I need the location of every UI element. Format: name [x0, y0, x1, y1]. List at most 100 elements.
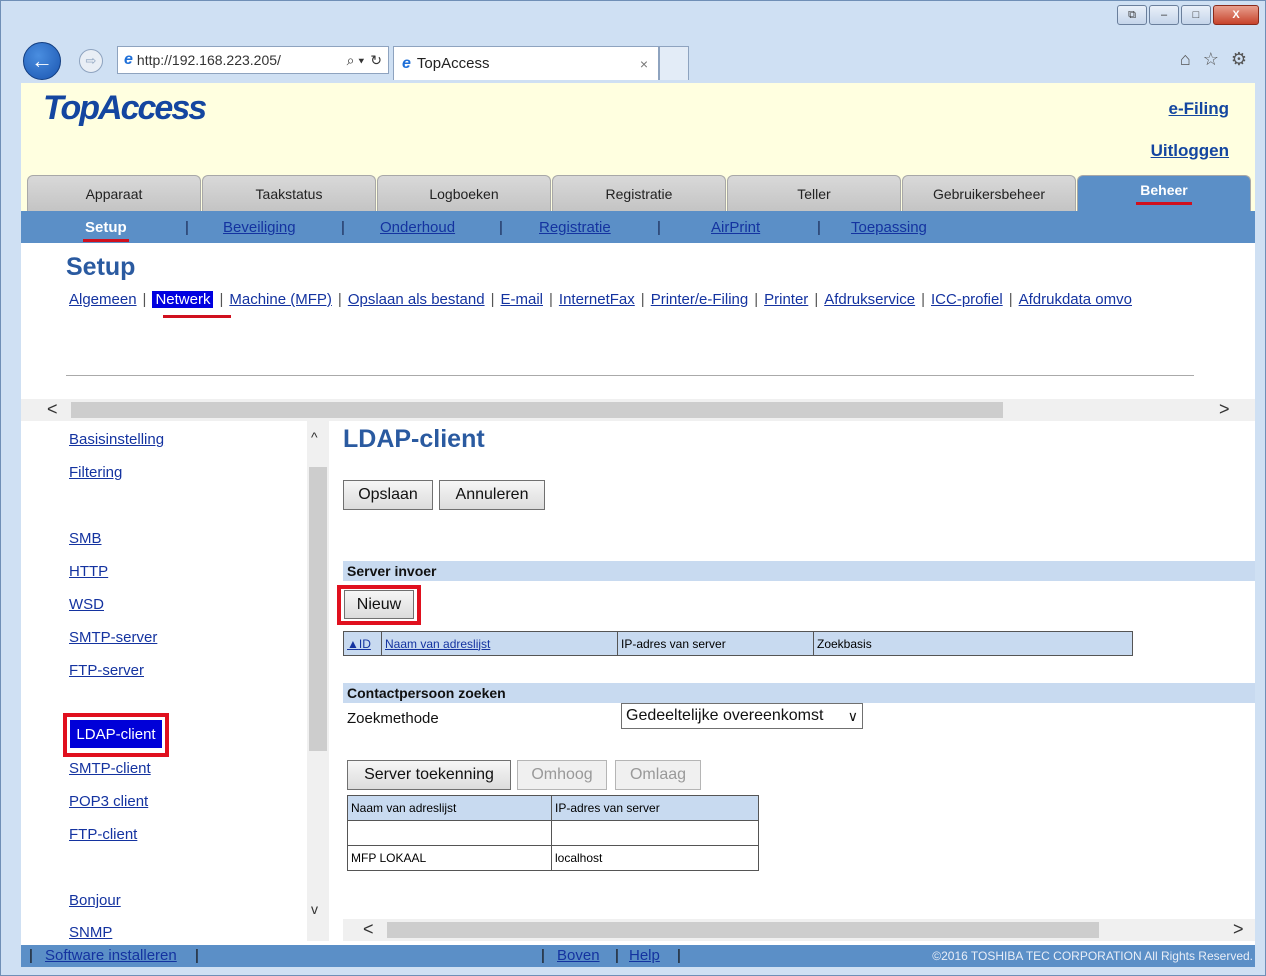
search-method-select[interactable]: Gedeeltelijke overeenkomst ∨: [621, 703, 863, 729]
move-down-button[interactable]: Omlaag: [615, 760, 701, 790]
chevron-down-icon: ∨: [847, 707, 858, 724]
settings-icon[interactable]: ⚙: [1231, 49, 1247, 70]
page-header: TopAccess e-Filing Uitloggen: [21, 83, 1255, 173]
scroll-right-icon[interactable]: >: [1219, 399, 1230, 420]
server-table: ▲ID Naam van adreslijst IP-adres van ser…: [343, 631, 1133, 656]
scroll-thumb[interactable]: [71, 402, 1003, 418]
tab-beheer[interactable]: Beheer: [1077, 175, 1251, 211]
subnav-airprint[interactable]: AirPrint: [711, 219, 760, 236]
sort-up-icon: ▲: [347, 636, 359, 651]
menu-smtp-server[interactable]: SMTP-server: [69, 629, 157, 646]
help-link[interactable]: Help: [629, 947, 660, 964]
setup-highlight: [83, 239, 129, 242]
vscroll-thumb[interactable]: [309, 467, 327, 751]
forward-button[interactable]: ⇨: [79, 49, 103, 73]
content-horizontal-scrollbar[interactable]: < >: [343, 919, 1255, 941]
subnav-toepassing[interactable]: Toepassing: [851, 219, 927, 236]
col-id[interactable]: ▲ID: [343, 631, 382, 656]
scroll-left-icon[interactable]: <: [363, 919, 374, 940]
close-tab-icon[interactable]: ×: [640, 56, 658, 72]
col-zoekbasis: Zoekbasis: [813, 631, 1133, 656]
maximize-button[interactable]: □: [1181, 5, 1211, 25]
scroll-up-icon[interactable]: ^: [311, 429, 318, 445]
menu-bonjour[interactable]: Bonjour: [69, 892, 121, 909]
install-software-link[interactable]: Software installeren: [45, 947, 177, 964]
scroll-thumb[interactable]: [387, 922, 1099, 938]
divider: [66, 375, 1194, 376]
link-algemeen[interactable]: Algemeen: [69, 291, 137, 308]
tab-taakstatus[interactable]: Taakstatus: [202, 175, 376, 211]
link-internetfax[interactable]: InternetFax: [559, 291, 635, 308]
link-afdrukdata[interactable]: Afdrukdata omvo: [1019, 291, 1132, 308]
tab-title: TopAccess: [416, 55, 490, 72]
link-printer-efiling[interactable]: Printer/e-Filing: [651, 291, 749, 308]
link-afdrukservice[interactable]: Afdrukservice: [824, 291, 915, 308]
vertical-scrollbar[interactable]: ^ v: [307, 421, 329, 941]
subnav-setup[interactable]: Setup: [85, 219, 127, 236]
setup-links: Algemeen | Netwerk | Machine (MFP) | Opslaa…: [69, 288, 1132, 311]
menu-smtp-client[interactable]: SMTP-client: [69, 760, 151, 777]
menu-ftp-client[interactable]: FTP-client: [69, 826, 137, 843]
table-cell: [347, 820, 552, 846]
sort-id-link[interactable]: ▲ID: [347, 637, 371, 651]
sort-naam-link[interactable]: Naam van adreslijst: [385, 637, 490, 651]
menu-pop3-client[interactable]: POP3 client: [69, 793, 148, 810]
sub-nav: Setup | Beveiliging | Onderhoud | Regist…: [21, 211, 1255, 243]
link-icc-profiel[interactable]: ICC-profiel: [931, 291, 1003, 308]
scroll-down-icon[interactable]: v: [311, 901, 318, 917]
minimize-button[interactable]: –: [1149, 5, 1179, 25]
close-window-button[interactable]: X: [1213, 5, 1259, 25]
link-opslaan-bestand[interactable]: Opslaan als bestand: [348, 291, 485, 308]
table-row[interactable]: MFP LOKAAL localhost: [347, 845, 759, 871]
col-naam[interactable]: Naam van adreslijst: [381, 631, 618, 656]
menu-smb[interactable]: SMB: [69, 530, 102, 547]
subnav-registratie[interactable]: Registratie: [539, 219, 611, 236]
link-printer[interactable]: Printer: [764, 291, 808, 308]
link-netwerk[interactable]: Netwerk: [149, 288, 217, 311]
browser-tab[interactable]: e TopAccess ×: [393, 46, 659, 80]
col-naam-adreslijst: Naam van adreslijst: [347, 795, 552, 821]
search-icon[interactable]: ⌕ ▾: [347, 52, 365, 69]
scroll-right-icon[interactable]: >: [1233, 919, 1244, 940]
menu-filtering[interactable]: Filtering: [69, 464, 122, 481]
scroll-left-icon[interactable]: <: [47, 399, 58, 420]
title-bar: ⧉ – □ X: [1, 1, 1265, 41]
top-link[interactable]: Boven: [557, 947, 600, 964]
favorites-icon[interactable]: ☆: [1203, 49, 1219, 70]
link-machine[interactable]: Machine (MFP): [229, 291, 332, 308]
restore-icon[interactable]: ⧉: [1117, 5, 1147, 25]
subnav-onderhoud[interactable]: Onderhoud: [380, 219, 455, 236]
menu-snmp[interactable]: SNMP: [69, 924, 112, 941]
tab-registratie[interactable]: Registratie: [552, 175, 726, 211]
efiling-link[interactable]: e-Filing: [1169, 99, 1229, 119]
move-up-button[interactable]: Omhoog: [517, 760, 607, 790]
server-assign-button[interactable]: Server toekenning: [347, 760, 511, 790]
address-bar[interactable]: e http://192.168.223.205/ ⌕ ▾ ↻: [117, 46, 389, 74]
horizontal-scrollbar[interactable]: < >: [21, 399, 1255, 421]
cancel-button[interactable]: Annuleren: [439, 480, 545, 510]
tab-teller[interactable]: Teller: [727, 175, 901, 211]
home-icon[interactable]: ⌂: [1180, 49, 1191, 70]
menu-wsd[interactable]: WSD: [69, 596, 104, 613]
new-button[interactable]: Nieuw: [344, 590, 414, 619]
refresh-icon[interactable]: ↻: [370, 52, 382, 69]
tab-gebruikersbeheer[interactable]: Gebruikersbeheer: [902, 175, 1076, 211]
table-cell: MFP LOKAAL: [347, 845, 552, 871]
topaccess-logo: TopAccess: [43, 89, 207, 127]
table-header-row: Naam van adreslijst IP-adres van server: [347, 795, 759, 821]
tab-logboeken[interactable]: Logboeken: [377, 175, 551, 211]
save-button[interactable]: Opslaan: [343, 480, 433, 510]
menu-ftp-server[interactable]: FTP-server: [69, 662, 144, 679]
link-email[interactable]: E-mail: [500, 291, 543, 308]
table-row[interactable]: [347, 820, 759, 846]
menu-ldap-client[interactable]: LDAP-client: [70, 720, 162, 748]
tab-apparaat[interactable]: Apparaat: [27, 175, 201, 211]
menu-http[interactable]: HTTP: [69, 563, 108, 580]
main-tabs: Apparaat Taakstatus Logboeken Registrati…: [21, 173, 1255, 211]
menu-basisinstelling[interactable]: Basisinstelling: [69, 431, 164, 448]
back-button[interactable]: ←: [23, 42, 61, 80]
subnav-beveiliging[interactable]: Beveiliging: [223, 219, 296, 236]
logout-link[interactable]: Uitloggen: [1151, 141, 1229, 161]
url-text: http://192.168.223.205/: [136, 52, 281, 68]
new-tab-button[interactable]: [659, 46, 689, 80]
